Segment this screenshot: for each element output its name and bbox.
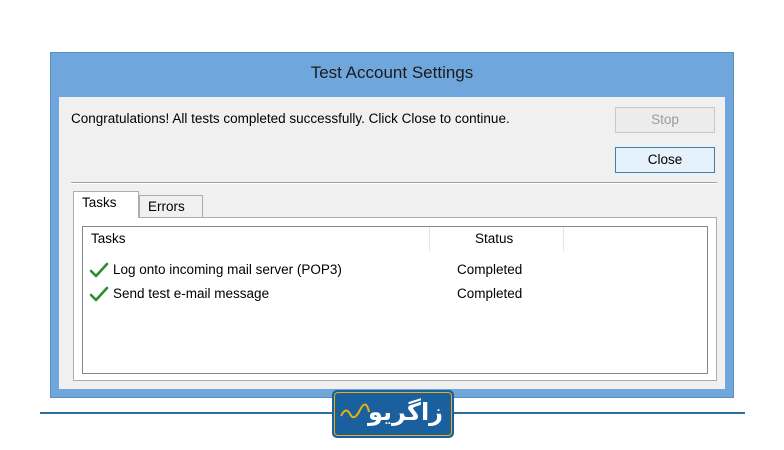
dialog-client-area: Congratulations! All tests completed suc… xyxy=(59,97,725,389)
test-account-settings-window: Test Account Settings Congratulations! A… xyxy=(50,52,734,398)
list-header: Tasks Status xyxy=(83,227,707,251)
tasks-list: Tasks Status Log onto incoming mail serv… xyxy=(82,226,708,374)
column-divider[interactable] xyxy=(563,227,564,251)
dialog-title: Test Account Settings xyxy=(310,63,474,82)
column-divider[interactable] xyxy=(429,227,430,251)
tab-errors[interactable]: Errors xyxy=(139,195,203,219)
check-icon xyxy=(89,262,109,278)
list-item[interactable]: Send test e-mail message Completed xyxy=(83,283,707,305)
close-button[interactable]: Close xyxy=(615,147,715,173)
column-header-tasks[interactable]: Tasks xyxy=(91,231,126,246)
wave-icon xyxy=(340,403,370,419)
task-status: Completed xyxy=(457,262,523,277)
result-message: Congratulations! All tests completed suc… xyxy=(71,111,510,126)
task-status: Completed xyxy=(457,286,523,301)
column-header-status[interactable]: Status xyxy=(475,231,513,246)
tab-tasks[interactable]: Tasks xyxy=(73,191,139,218)
task-name: Log onto incoming mail server (POP3) xyxy=(113,262,342,277)
list-item[interactable]: Log onto incoming mail server (POP3) Com… xyxy=(83,259,707,281)
tasks-tab-panel: Tasks Status Log onto incoming mail serv… xyxy=(73,217,717,381)
logo-text: زاگریو xyxy=(368,398,443,426)
stop-button[interactable]: Stop xyxy=(615,107,715,133)
brand-logo: زاگریو xyxy=(332,390,454,438)
separator xyxy=(71,182,717,184)
check-icon xyxy=(89,286,109,302)
task-name: Send test e-mail message xyxy=(113,286,270,301)
